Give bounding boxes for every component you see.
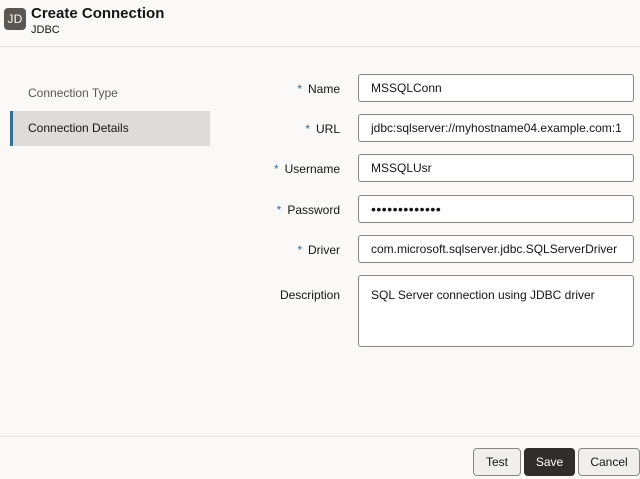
dialog-header: JD Create Connection JDBC: [0, 0, 640, 47]
name-input[interactable]: [358, 74, 634, 102]
cancel-button[interactable]: Cancel: [578, 448, 640, 476]
connection-type-badge: JD: [4, 8, 26, 30]
required-marker: *: [305, 122, 310, 136]
save-button[interactable]: Save: [524, 448, 575, 476]
username-label: * Username: [273, 162, 340, 176]
driver-label: * Driver: [297, 243, 340, 257]
required-marker: *: [276, 203, 282, 217]
url-label: * URL: [305, 122, 340, 136]
nav-item-connection-type[interactable]: Connection Type: [10, 76, 210, 111]
password-input[interactable]: [358, 195, 634, 223]
required-marker: *: [297, 82, 302, 96]
dialog-footer: Test Save Cancel: [0, 436, 640, 479]
name-label: * Name: [297, 82, 340, 96]
nav-item-label: Connection Details: [28, 121, 129, 135]
page-title: Create Connection: [31, 5, 165, 22]
nav-item-label: Connection Type: [28, 86, 118, 100]
required-marker: *: [297, 243, 302, 257]
driver-input[interactable]: [358, 235, 634, 263]
step-navigation: Connection Type Connection Details: [10, 76, 210, 146]
page-subtitle: JDBC: [31, 24, 60, 36]
required-marker: *: [273, 162, 279, 176]
url-input[interactable]: [358, 114, 634, 142]
nav-item-connection-details[interactable]: Connection Details: [10, 111, 210, 146]
username-input[interactable]: [358, 154, 634, 182]
description-textarea[interactable]: SQL Server connection using JDBC driver: [358, 275, 634, 347]
description-label: Description: [279, 288, 340, 302]
password-label: * Password: [276, 203, 340, 217]
test-button[interactable]: Test: [473, 448, 521, 476]
